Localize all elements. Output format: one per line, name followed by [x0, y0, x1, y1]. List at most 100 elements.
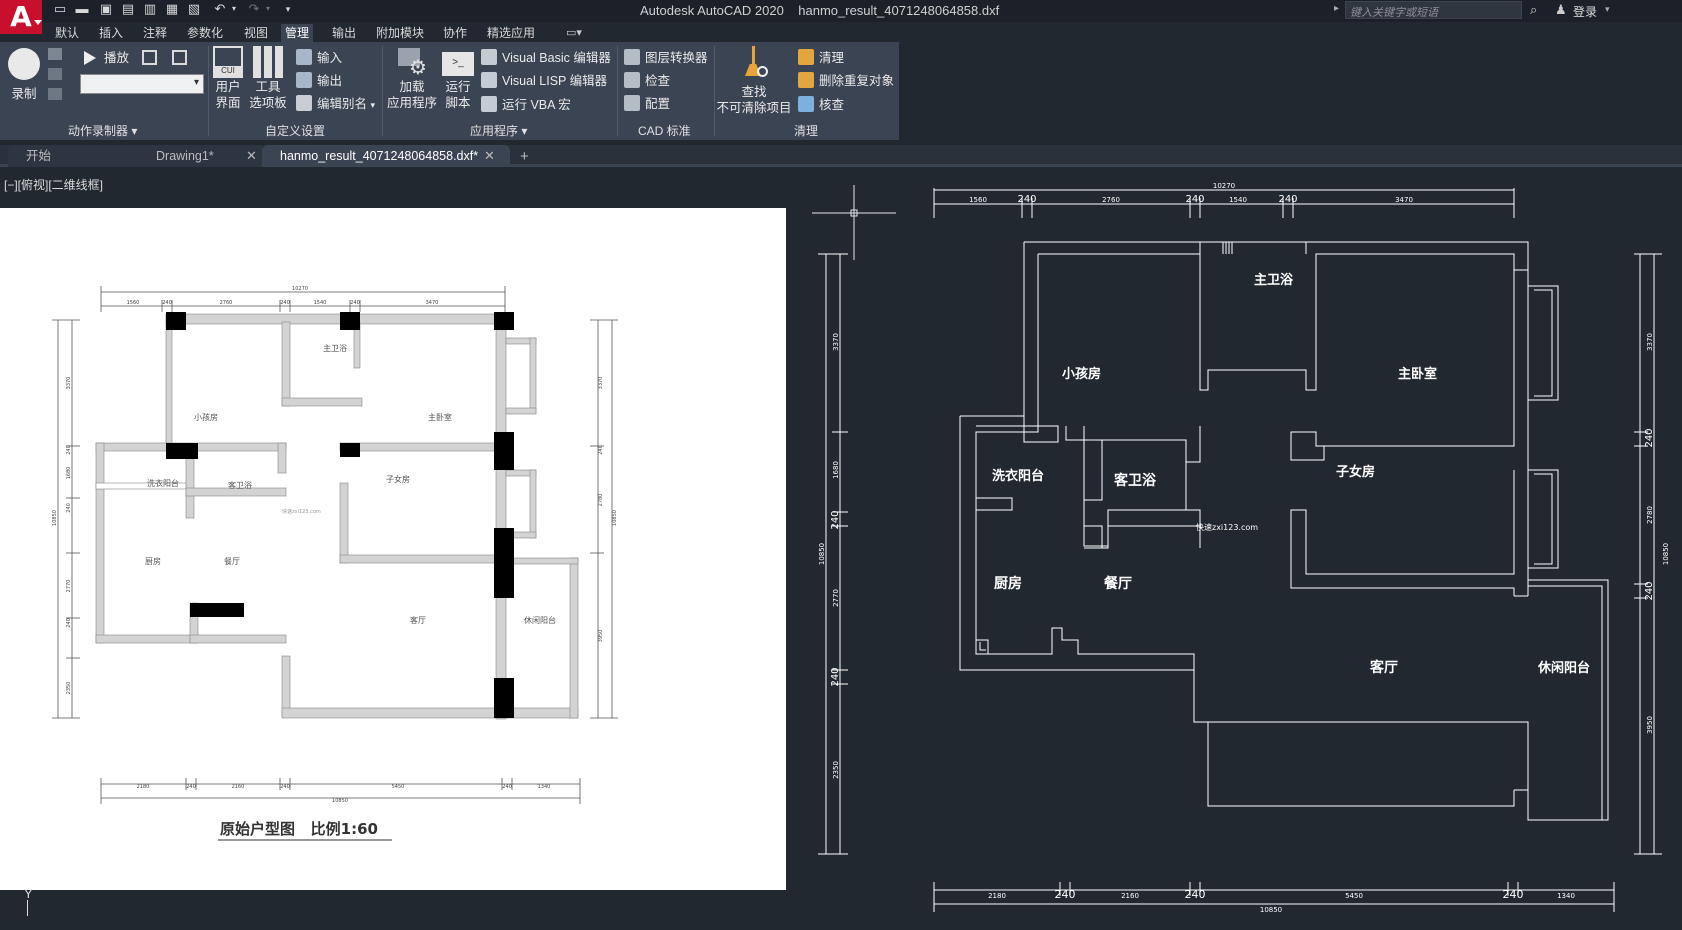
load-application-button[interactable]: ⚙ 加载 应用程序: [386, 46, 438, 111]
overkill-button[interactable]: 删除重复对象: [798, 71, 894, 91]
search-expand-icon[interactable]: ▸: [1334, 3, 1339, 14]
tab-start[interactable]: 开始: [8, 145, 144, 167]
tab-hanmo-result[interactable]: hanmo_result_4071248064858.dxf* ✕: [262, 145, 510, 167]
manage-macros-icon[interactable]: [172, 50, 187, 65]
plot-icon[interactable]: ▧: [186, 2, 202, 16]
left-dim: 240: [830, 667, 841, 686]
purge-button[interactable]: 清理: [798, 48, 844, 68]
new-file-icon[interactable]: ▭: [52, 2, 68, 16]
run-vba-macro-button[interactable]: 运行 VBA 宏: [481, 95, 571, 115]
run-script-button[interactable]: >_ 运行 脚本: [440, 46, 476, 111]
binoculars-icon[interactable]: ⌕: [1530, 2, 1537, 18]
close-icon[interactable]: ✕: [246, 145, 257, 167]
right-dim: 240: [1644, 428, 1655, 447]
check-standards-button[interactable]: 检查: [624, 71, 670, 91]
save-web-icon[interactable]: ▦: [164, 2, 180, 16]
left-plan-walls: [95, 313, 579, 720]
overkill-icon: [798, 72, 814, 88]
open-folder-icon[interactable]: ▬: [74, 2, 90, 16]
top-dim: 2760: [220, 300, 233, 306]
user-interface-button[interactable]: CUI 用户 界面: [212, 46, 244, 111]
user-icon[interactable]: ♟: [1555, 2, 1567, 18]
redo-dropdown-icon[interactable]: ▾: [260, 2, 276, 16]
room-label: 客卫浴: [1113, 472, 1157, 489]
tab-annotate[interactable]: 注释: [139, 24, 171, 42]
panel-title-action-recorder[interactable]: 动作录制器 ▾: [68, 122, 137, 139]
ribbon-toggle-icon[interactable]: ▭▾: [566, 26, 582, 39]
edit-aliases-button[interactable]: 编辑别名 ▾: [296, 94, 375, 114]
close-icon[interactable]: ✕: [484, 145, 495, 167]
right-dim: 3370: [598, 377, 604, 390]
top-dim: 1540: [314, 300, 327, 306]
lisp-editor-button[interactable]: Visual LISP 编辑器: [481, 71, 607, 91]
tab-view[interactable]: 视图: [240, 24, 272, 42]
undo-dropdown-icon[interactable]: ▾: [226, 2, 242, 16]
login-link[interactable]: 登录: [1573, 3, 1597, 20]
tab-insert[interactable]: 插入: [95, 24, 127, 42]
request-input-icon[interactable]: [48, 68, 62, 80]
left-dim: 240: [66, 618, 72, 628]
panel-title-cleanup: 清理: [794, 124, 819, 138]
tool-palettes-icon: [253, 46, 283, 78]
preferences-icon[interactable]: [142, 50, 157, 65]
tab-collaborate[interactable]: 协作: [439, 24, 471, 42]
top-dim: 3470: [426, 300, 439, 306]
title-bar: ▭ ▬ ▣ ▤ ▥ ▦ ▧ ↶ ▾ ↷ ▾ ▾ Autodesk AutoCAD…: [0, 0, 1682, 22]
vb-editor-button[interactable]: Visual Basic 编辑器: [481, 48, 611, 68]
tab-drawing1[interactable]: Drawing1* ✕: [138, 145, 264, 167]
room-label: 洗衣阳台: [147, 478, 179, 488]
save-as-icon[interactable]: ▤: [120, 2, 136, 16]
customize-qat-icon[interactable]: ▾: [280, 2, 296, 16]
save-icon[interactable]: ▣: [98, 2, 114, 16]
tab-featured-apps[interactable]: 精选应用: [483, 24, 539, 42]
tab-output[interactable]: 输出: [328, 24, 360, 42]
new-tab-icon[interactable]: +: [520, 149, 529, 164]
left-dim: 1680: [66, 467, 72, 480]
left-dim: 3370: [832, 333, 840, 351]
base-point-icon[interactable]: [48, 88, 62, 100]
room-label: 餐厅: [224, 557, 240, 566]
right-dimension-text: 10270 1560 240 2760 240 1540 240 3470 21…: [818, 182, 1670, 914]
room-label: 主卧室: [428, 412, 452, 422]
tab-addins[interactable]: 附加模块: [372, 24, 428, 42]
tab-home[interactable]: 默认: [51, 24, 83, 42]
layer-translator-button[interactable]: 图层转换器: [624, 48, 708, 68]
panel-title-customization: 自定义设置: [265, 124, 326, 138]
broom-search-icon: [738, 46, 770, 84]
configure-standards-button[interactable]: 配置: [624, 94, 670, 114]
bottom-dim: 240: [1503, 888, 1524, 901]
login-dropdown-icon[interactable]: ▾: [1605, 4, 1610, 15]
overall-left-dim: 10850: [52, 510, 58, 526]
panel-title-applications[interactable]: 应用程序 ▾: [470, 122, 527, 139]
audit-button[interactable]: 核查: [798, 95, 844, 115]
tab-parametric[interactable]: 参数化: [183, 24, 227, 42]
macro-select[interactable]: ▾: [80, 74, 204, 94]
import-button[interactable]: 输入: [296, 48, 342, 68]
left-dim: 2770: [832, 589, 840, 607]
tab-manage[interactable]: 管理: [281, 24, 314, 42]
window-title: Autodesk AutoCAD 2020 hanmo_result_40712…: [640, 3, 1000, 18]
top-dim: 240: [280, 300, 290, 306]
top-dim: 2760: [1102, 196, 1120, 204]
bottom-dim: 1340: [538, 784, 551, 790]
plan-caption: 原始户型图 比例1:60: [220, 820, 378, 838]
check-icon: [624, 72, 640, 88]
viewport-controls[interactable]: [−][俯视][二维线框]: [4, 176, 103, 193]
left-dim: 2350: [832, 761, 840, 779]
bottom-dim: 2160: [232, 784, 245, 790]
right-dim: 3950: [1646, 716, 1654, 734]
right-room-labels: 主卫浴 小孩房 主卧室 洗衣阳台 客卫浴 子女房 厨房 餐厅 客厅 休闲阳台 快…: [992, 272, 1590, 676]
room-label: 子女房: [1336, 464, 1375, 480]
tool-palettes-button[interactable]: 工具 选项板: [248, 46, 288, 111]
record-button[interactable]: 录制: [6, 48, 42, 102]
search-input[interactable]: 键入关键字或短语: [1345, 1, 1522, 19]
bottom-dim: 5450: [1345, 892, 1363, 900]
play-button[interactable]: 播放: [84, 48, 129, 68]
export-button[interactable]: 输出: [296, 71, 342, 91]
application-menu-button[interactable]: A: [0, 0, 42, 34]
insert-message-icon[interactable]: [48, 48, 62, 60]
open-web-icon[interactable]: ▥: [142, 2, 158, 16]
find-non-purgeable-button[interactable]: 查找 不可清除项目: [716, 46, 792, 116]
watermark: 快速zxi123.com: [1196, 522, 1258, 532]
bottom-dim: 5450: [392, 784, 405, 790]
